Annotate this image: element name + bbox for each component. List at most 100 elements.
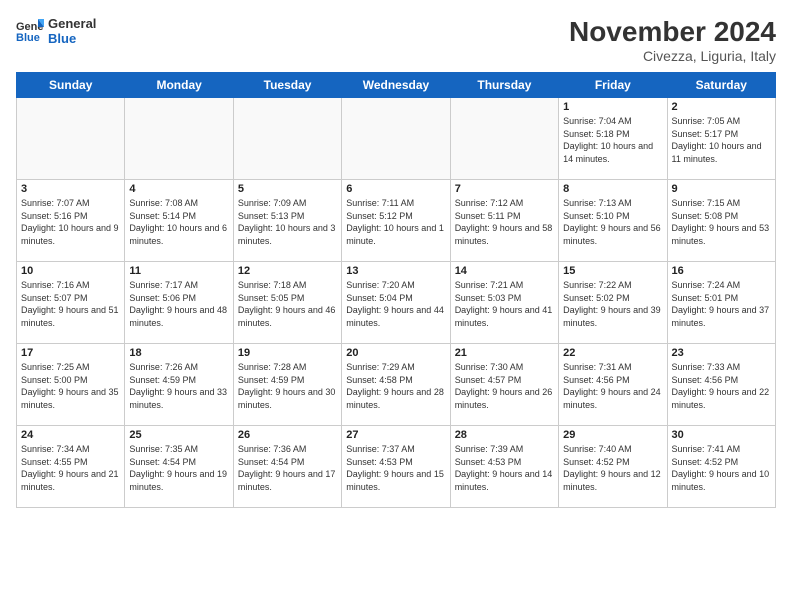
svg-text:Blue: Blue xyxy=(16,32,40,44)
day-info-20: Sunrise: 7:29 AM Sunset: 4:58 PM Dayligh… xyxy=(346,361,445,411)
day-number-30: 30 xyxy=(672,429,771,441)
day-number-2: 2 xyxy=(672,101,771,113)
day-number-5: 5 xyxy=(238,183,337,195)
day-info-21: Sunrise: 7:30 AM Sunset: 4:57 PM Dayligh… xyxy=(455,361,554,411)
calendar-cell-0-4 xyxy=(450,98,558,180)
calendar-cell-4-2: 26 Sunrise: 7:36 AM Sunset: 4:54 PM Dayli… xyxy=(233,426,341,508)
calendar-cell-1-5: 8Sunrise: 7:13 AM Sunset: 5:10 PM Daylig… xyxy=(559,180,667,262)
calendar-table: Sunday Monday Tuesday Wednesday Thursday… xyxy=(16,72,776,508)
calendar-cell-2-2: 12 Sunrise: 7:18 AM Sunset: 5:05 PM Dayli… xyxy=(233,262,341,344)
week-row-3: 17Sunrise: 7:25 AM Sunset: 5:00 PM Dayli… xyxy=(17,344,776,426)
day-number-19: 19 xyxy=(238,347,337,359)
day-info-6: Sunrise: 7:11 AM Sunset: 5:12 PM Dayligh… xyxy=(346,197,445,247)
week-row-0: 1 Sunrise: 7:04 AM Sunset: 5:18 PM Daylig… xyxy=(17,98,776,180)
calendar-cell-0-1 xyxy=(125,98,233,180)
calendar-cell-1-4: 7 Sunrise: 7:12 AM Sunset: 5:11 PM Daylig… xyxy=(450,180,558,262)
day-number-13: 13 xyxy=(346,265,445,277)
day-info-4: Sunrise: 7:08 AM Sunset: 5:14 PM Dayligh… xyxy=(129,197,228,247)
day-info-11: Sunrise: 7:17 AM Sunset: 5:06 PM Dayligh… xyxy=(129,279,228,329)
week-row-2: 10Sunrise: 7:16 AM Sunset: 5:07 PM Dayli… xyxy=(17,262,776,344)
day-info-8: Sunrise: 7:13 AM Sunset: 5:10 PM Dayligh… xyxy=(563,197,662,247)
day-info-24: Sunrise: 7:34 AM Sunset: 4:55 PM Dayligh… xyxy=(21,443,120,493)
header-saturday: Saturday xyxy=(667,73,775,98)
page-container: General Blue General Blue November 2024 … xyxy=(0,0,792,612)
calendar-cell-4-5: 29 Sunrise: 7:40 AM Sunset: 4:52 PM Dayli… xyxy=(559,426,667,508)
calendar-cell-3-0: 17Sunrise: 7:25 AM Sunset: 5:00 PM Dayli… xyxy=(17,344,125,426)
day-info-7: Sunrise: 7:12 AM Sunset: 5:11 PM Dayligh… xyxy=(455,197,554,247)
day-number-10: 10 xyxy=(21,265,120,277)
day-number-15: 15 xyxy=(563,265,662,277)
day-number-22: 22 xyxy=(563,347,662,359)
calendar-cell-4-4: 28 Sunrise: 7:39 AM Sunset: 4:53 PM Dayli… xyxy=(450,426,558,508)
day-info-13: Sunrise: 7:20 AM Sunset: 5:04 PM Dayligh… xyxy=(346,279,445,329)
calendar-cell-3-5: 22Sunrise: 7:31 AM Sunset: 4:56 PM Dayli… xyxy=(559,344,667,426)
header: General Blue General Blue November 2024 … xyxy=(16,16,776,64)
logo-icon: General Blue xyxy=(16,17,44,45)
day-number-7: 7 xyxy=(455,183,554,195)
weekday-header-row: Sunday Monday Tuesday Wednesday Thursday… xyxy=(17,73,776,98)
day-info-19: Sunrise: 7:28 AM Sunset: 4:59 PM Dayligh… xyxy=(238,361,337,411)
day-number-18: 18 xyxy=(129,347,228,359)
day-number-3: 3 xyxy=(21,183,120,195)
location: Civezza, Liguria, Italy xyxy=(569,48,776,64)
calendar-cell-4-6: 30 Sunrise: 7:41 AM Sunset: 4:52 PM Dayli… xyxy=(667,426,775,508)
header-monday: Monday xyxy=(125,73,233,98)
logo-general-text: General xyxy=(48,16,96,31)
day-info-25: Sunrise: 7:35 AM Sunset: 4:54 PM Dayligh… xyxy=(129,443,228,493)
day-info-5: Sunrise: 7:09 AM Sunset: 5:13 PM Dayligh… xyxy=(238,197,337,247)
day-number-25: 25 xyxy=(129,429,228,441)
day-info-15: Sunrise: 7:22 AM Sunset: 5:02 PM Dayligh… xyxy=(563,279,662,329)
month-title: November 2024 xyxy=(569,16,776,48)
day-info-1: Sunrise: 7:04 AM Sunset: 5:18 PM Dayligh… xyxy=(563,115,662,165)
calendar-cell-2-3: 13 Sunrise: 7:20 AM Sunset: 5:04 PM Dayli… xyxy=(342,262,450,344)
day-info-18: Sunrise: 7:26 AM Sunset: 4:59 PM Dayligh… xyxy=(129,361,228,411)
day-number-17: 17 xyxy=(21,347,120,359)
day-info-27: Sunrise: 7:37 AM Sunset: 4:53 PM Dayligh… xyxy=(346,443,445,493)
logo: General Blue General Blue xyxy=(16,16,96,46)
calendar-cell-1-3: 6 Sunrise: 7:11 AM Sunset: 5:12 PM Daylig… xyxy=(342,180,450,262)
calendar-cell-0-6: 2 Sunrise: 7:05 AM Sunset: 5:17 PM Daylig… xyxy=(667,98,775,180)
week-row-1: 3 Sunrise: 7:07 AM Sunset: 5:16 PM Daylig… xyxy=(17,180,776,262)
day-number-23: 23 xyxy=(672,347,771,359)
calendar-cell-4-0: 24 Sunrise: 7:34 AM Sunset: 4:55 PM Dayli… xyxy=(17,426,125,508)
calendar-cell-0-0 xyxy=(17,98,125,180)
day-number-1: 1 xyxy=(563,101,662,113)
day-info-29: Sunrise: 7:40 AM Sunset: 4:52 PM Dayligh… xyxy=(563,443,662,493)
calendar-cell-4-3: 27Sunrise: 7:37 AM Sunset: 4:53 PM Dayli… xyxy=(342,426,450,508)
calendar-cell-4-1: 25 Sunrise: 7:35 AM Sunset: 4:54 PM Dayli… xyxy=(125,426,233,508)
calendar-cell-3-2: 19 Sunrise: 7:28 AM Sunset: 4:59 PM Dayli… xyxy=(233,344,341,426)
day-info-30: Sunrise: 7:41 AM Sunset: 4:52 PM Dayligh… xyxy=(672,443,771,493)
calendar-cell-1-2: 5 Sunrise: 7:09 AM Sunset: 5:13 PM Daylig… xyxy=(233,180,341,262)
day-number-28: 28 xyxy=(455,429,554,441)
header-sunday: Sunday xyxy=(17,73,125,98)
day-number-24: 24 xyxy=(21,429,120,441)
calendar-cell-2-5: 15 Sunrise: 7:22 AM Sunset: 5:02 PM Dayli… xyxy=(559,262,667,344)
logo-blue-text: Blue xyxy=(48,31,96,46)
calendar-cell-3-6: 23 Sunrise: 7:33 AM Sunset: 4:56 PM Dayli… xyxy=(667,344,775,426)
calendar-cell-1-0: 3 Sunrise: 7:07 AM Sunset: 5:16 PM Daylig… xyxy=(17,180,125,262)
calendar-cell-0-2 xyxy=(233,98,341,180)
calendar-cell-3-4: 21 Sunrise: 7:30 AM Sunset: 4:57 PM Dayli… xyxy=(450,344,558,426)
day-number-6: 6 xyxy=(346,183,445,195)
day-info-12: Sunrise: 7:18 AM Sunset: 5:05 PM Dayligh… xyxy=(238,279,337,329)
day-info-26: Sunrise: 7:36 AM Sunset: 4:54 PM Dayligh… xyxy=(238,443,337,493)
day-number-29: 29 xyxy=(563,429,662,441)
calendar-cell-1-6: 9Sunrise: 7:15 AM Sunset: 5:08 PM Daylig… xyxy=(667,180,775,262)
day-number-26: 26 xyxy=(238,429,337,441)
day-number-4: 4 xyxy=(129,183,228,195)
day-info-23: Sunrise: 7:33 AM Sunset: 4:56 PM Dayligh… xyxy=(672,361,771,411)
day-number-20: 20 xyxy=(346,347,445,359)
calendar-cell-3-1: 18 Sunrise: 7:26 AM Sunset: 4:59 PM Dayli… xyxy=(125,344,233,426)
day-info-28: Sunrise: 7:39 AM Sunset: 4:53 PM Dayligh… xyxy=(455,443,554,493)
header-thursday: Thursday xyxy=(450,73,558,98)
day-number-12: 12 xyxy=(238,265,337,277)
day-number-16: 16 xyxy=(672,265,771,277)
day-info-14: Sunrise: 7:21 AM Sunset: 5:03 PM Dayligh… xyxy=(455,279,554,329)
day-info-3: Sunrise: 7:07 AM Sunset: 5:16 PM Dayligh… xyxy=(21,197,120,247)
calendar-cell-1-1: 4 Sunrise: 7:08 AM Sunset: 5:14 PM Daylig… xyxy=(125,180,233,262)
day-number-21: 21 xyxy=(455,347,554,359)
header-tuesday: Tuesday xyxy=(233,73,341,98)
day-info-2: Sunrise: 7:05 AM Sunset: 5:17 PM Dayligh… xyxy=(672,115,771,165)
calendar-cell-0-3 xyxy=(342,98,450,180)
calendar-cell-2-4: 14Sunrise: 7:21 AM Sunset: 5:03 PM Dayli… xyxy=(450,262,558,344)
